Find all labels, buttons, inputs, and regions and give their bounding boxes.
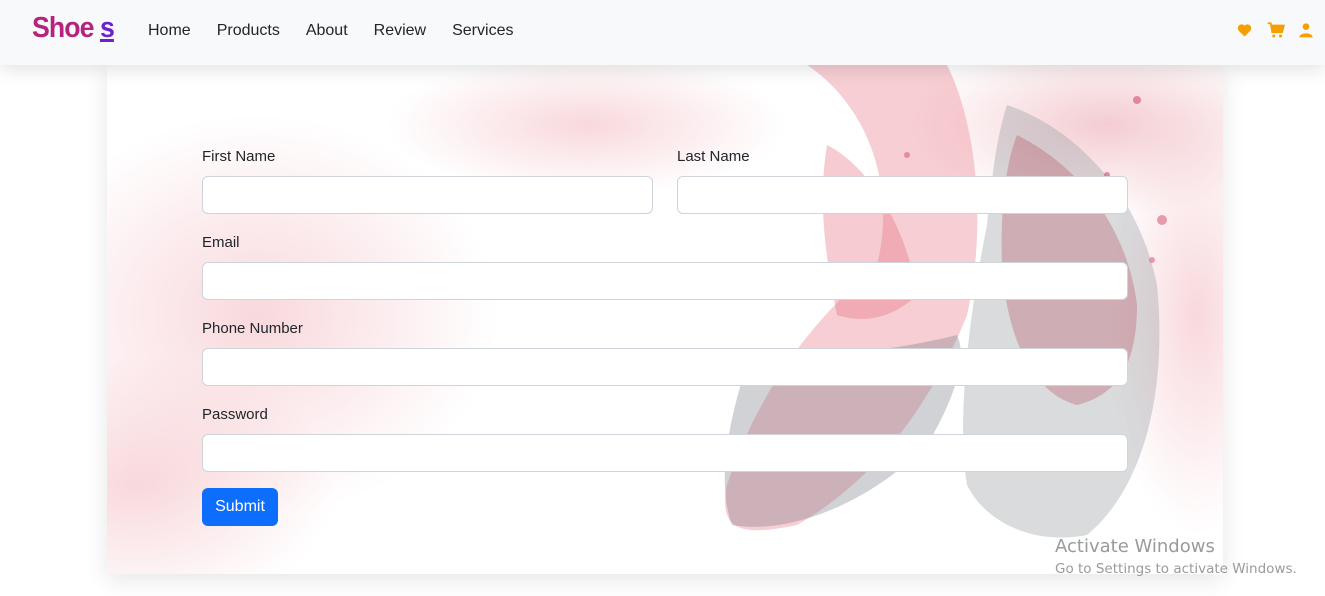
first-name-label: First Name (202, 148, 276, 165)
nav-link-services[interactable]: Services (452, 20, 513, 42)
nav-link-products[interactable]: Products (217, 20, 280, 42)
watermark-title: Activate Windows (1055, 536, 1215, 557)
brand-text: Shoe (32, 12, 94, 44)
password-label: Password (202, 406, 268, 423)
last-name-input[interactable] (677, 176, 1128, 214)
submit-button[interactable]: Submit (202, 488, 278, 526)
cart-icon[interactable] (1267, 21, 1285, 39)
signup-card: First Name Last Name Email Phone Number … (107, 65, 1223, 574)
nav-link-home[interactable]: Home (148, 20, 191, 42)
nav-link-review[interactable]: Review (374, 20, 426, 42)
user-icon[interactable] (1298, 21, 1315, 39)
phone-number-label: Phone Number (202, 320, 303, 337)
nav-link-about[interactable]: About (306, 20, 348, 42)
last-name-label: Last Name (677, 148, 750, 165)
password-input[interactable] (202, 434, 1128, 472)
phone-number-input[interactable] (202, 348, 1128, 386)
navbar: Shoe s Home Products About Review Service… (0, 0, 1325, 65)
windows-activation-watermark: Activate Windows Go to Settings to activ… (1055, 536, 1297, 577)
heart-icon[interactable] (1236, 21, 1253, 39)
nav-links: Home Products About Review Services (148, 20, 539, 42)
watermark-subtitle: Go to Settings to activate Windows. (1055, 561, 1297, 577)
brand-accent: s (99, 12, 115, 44)
first-name-input[interactable] (202, 176, 653, 214)
nav-icons (1236, 21, 1315, 39)
brand-logo[interactable]: Shoe s (32, 12, 115, 45)
email-label: Email (202, 234, 240, 251)
email-input[interactable] (202, 262, 1128, 300)
